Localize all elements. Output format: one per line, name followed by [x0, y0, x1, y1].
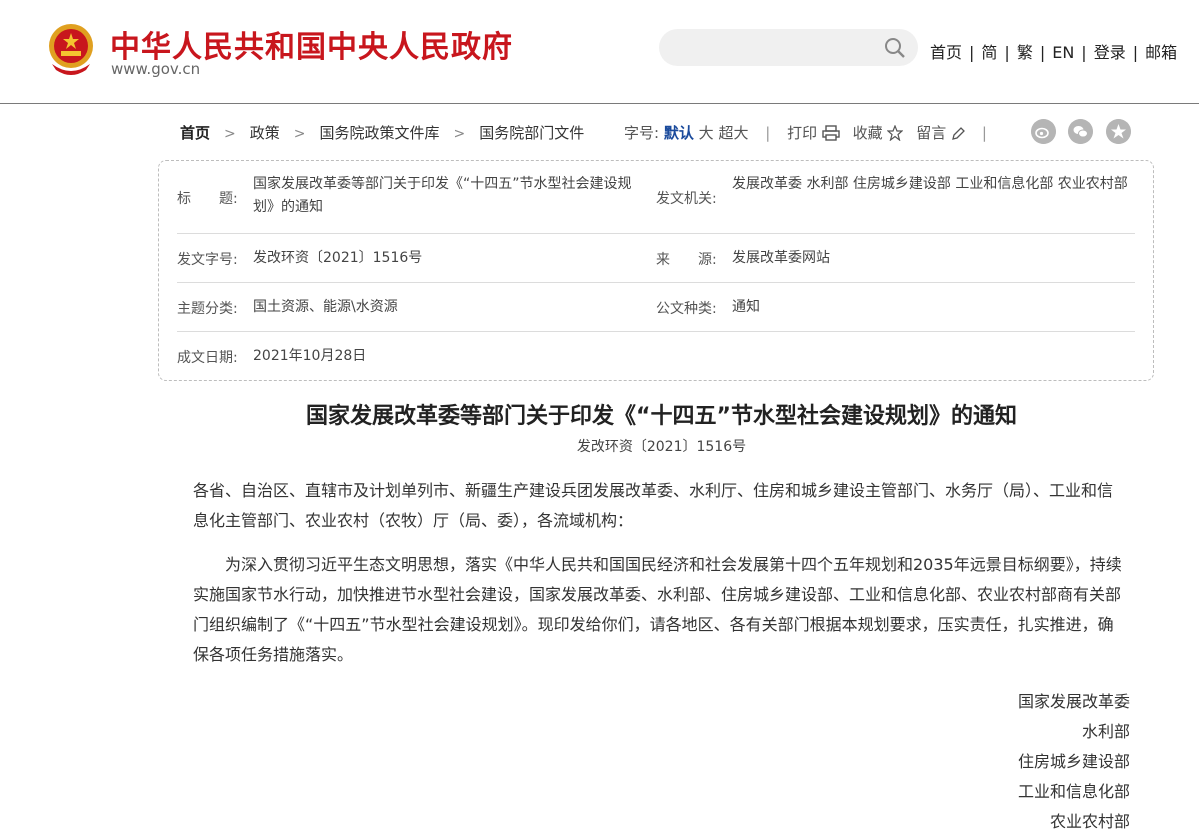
metadata-row: 成文日期: 2021年10月28日: [177, 331, 1135, 380]
print-icon: [822, 125, 840, 141]
nav-simplified[interactable]: 简: [981, 43, 997, 62]
print-label: 打印: [787, 124, 818, 142]
article-docno: 发改环资〔2021〕1516号: [576, 439, 747, 455]
document-metadata-box: 标 题: 国家发展改革委等部门关于印发《“十四五”节水型社会建设规划》的通知 发…: [158, 160, 1154, 381]
national-emblem-icon[interactable]: [46, 22, 96, 76]
print-button[interactable]: 打印: [787, 124, 840, 142]
nav-separator: |: [969, 43, 975, 62]
metadata-row: 主题分类: 国土资源、能源\水资源 公文种类: 通知: [177, 282, 1135, 332]
metadata-row: 标 题: 国家发展改革委等部门关于印发《“十四五”节水型社会建设规划》的通知 发…: [177, 161, 1135, 234]
chevron-right-icon: >: [293, 126, 306, 142]
docno-value: 发改环资〔2021〕1516号: [253, 250, 423, 266]
breadcrumb: 首页 > 政策 > 国务院政策文件库 > 国务院部门文件: [180, 122, 584, 143]
signature-ndrc: 国家发展改革委: [1017, 692, 1130, 711]
topic-label: 主题分类:: [177, 301, 238, 317]
source-label: 来 源:: [656, 252, 717, 268]
title-label: 标 题:: [177, 191, 238, 207]
article-tools: 字号: 默认 大 超大 | 打印 收藏 留言 |: [624, 122, 999, 143]
signature-agriculture: 农业农村部: [1049, 812, 1130, 831]
source-value: 发展改革委网站: [732, 250, 830, 266]
nav-separator: |: [1004, 43, 1010, 62]
date-value: 2021年10月28日: [253, 348, 367, 364]
qzone-icon[interactable]: [1106, 119, 1131, 144]
font-size-large[interactable]: 大: [699, 124, 714, 142]
issuer-label: 发文机关:: [656, 191, 717, 207]
chevron-right-icon: >: [453, 126, 466, 142]
nav-home[interactable]: 首页: [930, 43, 962, 62]
weibo-icon[interactable]: [1031, 119, 1056, 144]
signature-water: 水利部: [1081, 722, 1130, 741]
metadata-row: 发文字号: 发改环资〔2021〕1516号 来 源: 发展改革委网站: [177, 233, 1135, 283]
article-paragraph: 为深入贯彻习近平生态文明思想，落实《中华人民共和国国民经济和社会发展第十四个五年…: [193, 555, 1122, 664]
font-size-xlarge[interactable]: 超大: [718, 124, 748, 142]
pencil-icon: [952, 127, 965, 140]
signature-housing: 住房城乡建设部: [1017, 752, 1130, 771]
date-label: 成文日期:: [177, 350, 238, 366]
favorite-button[interactable]: 收藏: [853, 124, 904, 142]
comment-label: 留言: [916, 124, 947, 142]
title-value: 国家发展改革委等部门关于印发《“十四五”节水型社会建设规划》的通知: [253, 176, 632, 215]
nav-mail[interactable]: 邮箱: [1145, 43, 1177, 62]
topic-value: 国土资源、能源\水资源: [253, 299, 398, 315]
doc-type-value: 通知: [732, 299, 760, 315]
font-size-default[interactable]: 默认: [664, 124, 694, 142]
top-nav: 首页 | 简 | 繁 | EN | 登录 | 邮箱: [930, 39, 1177, 63]
star-icon: [887, 125, 904, 141]
article-title: 国家发展改革委等部门关于印发《“十四五”节水型社会建设规划》的通知: [306, 404, 1017, 429]
docno-label: 发文字号:: [177, 252, 238, 268]
divider: |: [765, 124, 771, 142]
search-input[interactable]: [659, 29, 918, 66]
breadcrumb-home[interactable]: 首页: [180, 124, 210, 142]
signature-miit: 工业和信息化部: [1017, 782, 1130, 801]
breadcrumb-policy[interactable]: 政策: [250, 124, 280, 142]
breadcrumb-department-docs[interactable]: 国务院部门文件: [479, 124, 584, 142]
doc-type-label: 公文种类:: [656, 301, 717, 317]
wechat-icon[interactable]: [1068, 119, 1093, 144]
nav-login[interactable]: 登录: [1094, 43, 1126, 62]
chevron-right-icon: >: [224, 126, 236, 142]
site-domain: www.gov.cn: [111, 60, 201, 78]
font-size-label: 字号:: [624, 124, 660, 142]
article-paragraph: 各省、自治区、直辖市及计划单列市、新疆生产建设兵团发展改革委、水利厅、住房和城乡…: [193, 481, 1114, 530]
nav-traditional[interactable]: 繁: [1017, 43, 1033, 62]
breadcrumb-policy-library[interactable]: 国务院政策文件库: [320, 124, 440, 142]
site-header: 中华人民共和国中央人民政府 www.gov.cn 首页 | 简 | 繁 | EN | 登录 | 邮箱: [0, 0, 1199, 104]
divider: |: [981, 124, 987, 142]
favorite-label: 收藏: [852, 124, 883, 142]
issuer-value: 发展改革委 水利部 住房城乡建设部 工业和信息化部 农业农村部: [732, 176, 1128, 192]
nav-separator: |: [1039, 43, 1046, 62]
search-icon[interactable]: [884, 37, 906, 59]
comment-button[interactable]: 留言: [916, 124, 965, 142]
nav-english[interactable]: EN: [1052, 43, 1074, 62]
nav-separator: |: [1081, 43, 1087, 62]
nav-separator: |: [1132, 43, 1139, 62]
